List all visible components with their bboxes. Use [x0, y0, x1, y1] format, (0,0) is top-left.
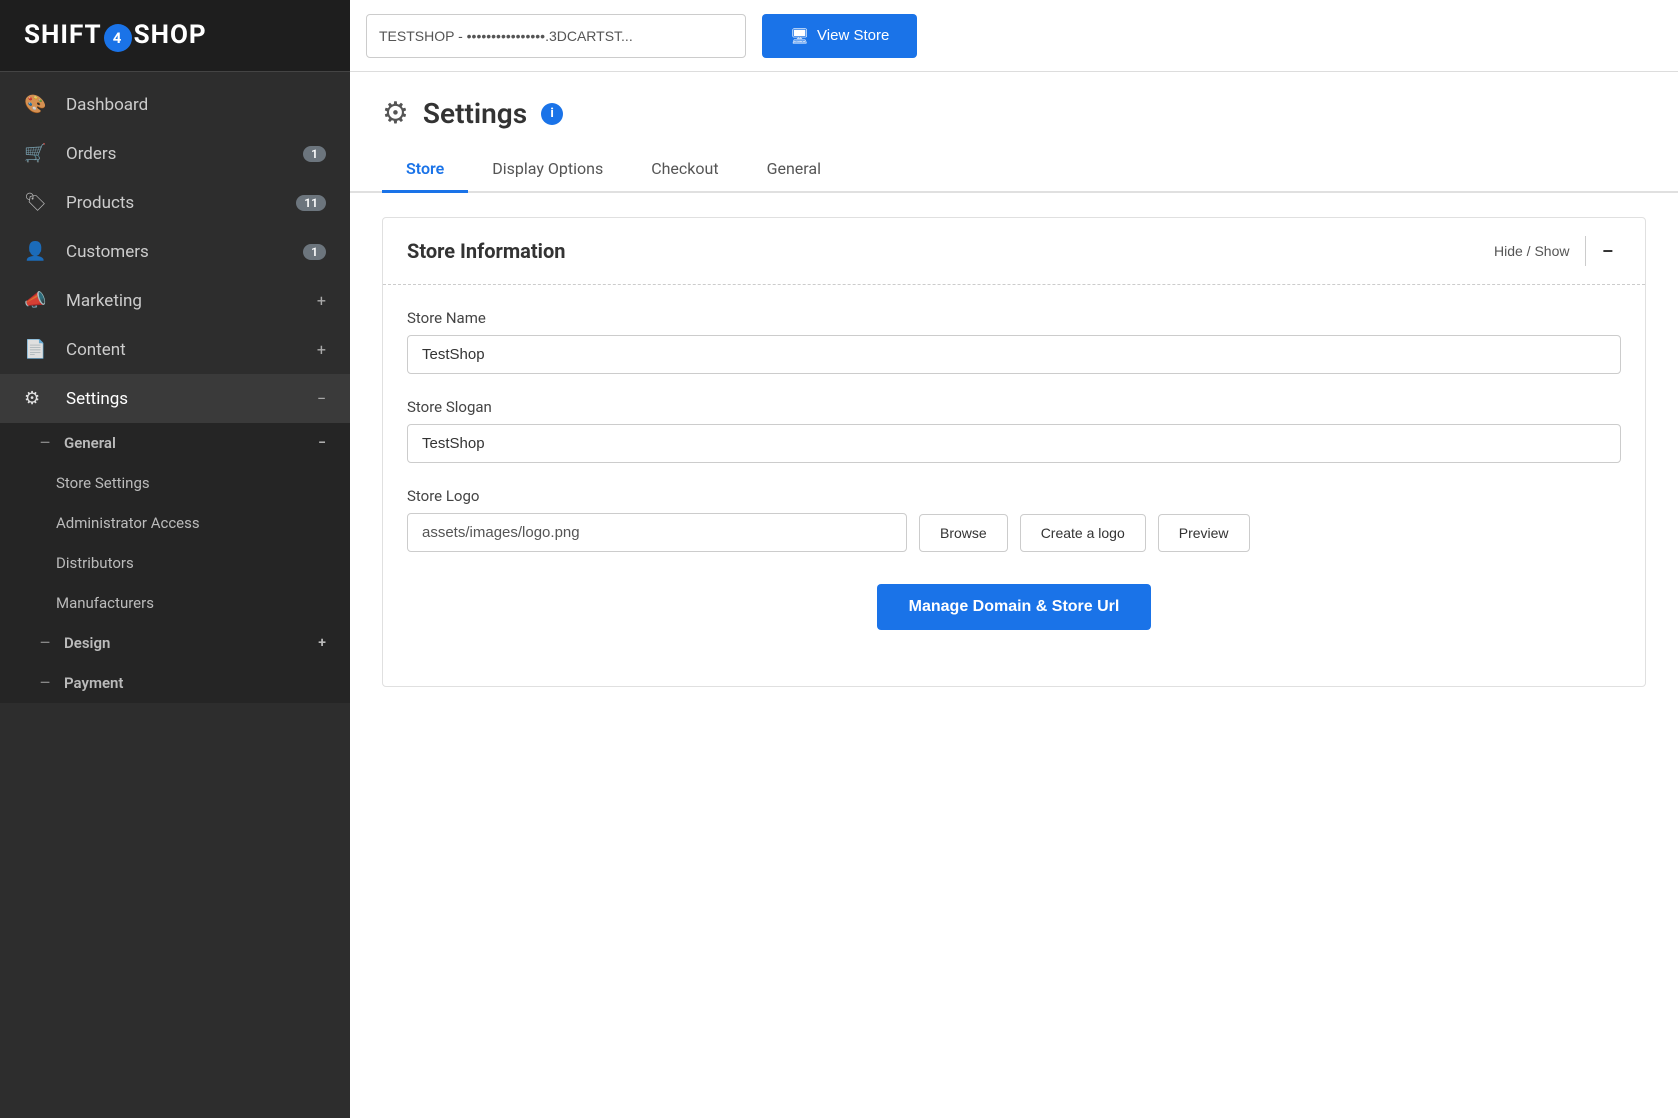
manage-domain-button[interactable]: Manage Domain & Store Url: [877, 584, 1152, 630]
marketing-expand-icon: +: [317, 291, 326, 310]
create-logo-button[interactable]: Create a logo: [1020, 514, 1146, 552]
marketing-icon: 📣: [24, 290, 52, 311]
orders-badge: 1: [303, 146, 326, 162]
subnav-payment-label: Payment: [64, 674, 123, 692]
design-expand-icon: +: [318, 635, 326, 651]
customers-icon: 👤: [24, 241, 52, 262]
logo-row: Browse Create a logo Preview: [407, 513, 1621, 552]
logo-text: SHIFT4SHOP: [24, 20, 207, 52]
sidebar-item-orders[interactable]: 🛒 Orders 1: [0, 129, 350, 178]
view-store-button[interactable]: 🖥 View Store: [762, 14, 917, 58]
subnav-distributors-label: Distributors: [56, 554, 134, 572]
store-slogan-group: Store Slogan: [407, 398, 1621, 463]
page-title: Settings: [423, 97, 527, 130]
tree-dash-payment: —: [40, 676, 54, 691]
section-title: Store Information: [407, 239, 1486, 263]
tree-dash-design: —: [40, 636, 54, 651]
store-logo-input[interactable]: [407, 513, 907, 552]
sidebar-item-products[interactable]: 🏷 Products 11: [0, 178, 350, 227]
section-divider: [1585, 236, 1586, 266]
topbar: 🖥 View Store: [350, 0, 1678, 72]
settings-expand-icon: −: [317, 389, 326, 408]
sidebar-item-label: Orders: [66, 144, 303, 164]
section-header: Store Information Hide / Show −: [383, 218, 1645, 285]
logo-badge: 4: [104, 24, 132, 52]
orders-icon: 🛒: [24, 143, 52, 164]
tab-general[interactable]: General: [743, 147, 845, 193]
general-expand-icon: −: [318, 435, 326, 451]
sidebar-navigation: 🎨 Dashboard 🛒 Orders 1 🏷 Products 11 👤 C…: [0, 72, 350, 711]
store-slogan-label: Store Slogan: [407, 398, 1621, 416]
subnav-manufacturers-label: Manufacturers: [56, 594, 154, 612]
settings-subnav: — General − Store Settings Administrator…: [0, 423, 350, 703]
subnav-manufacturers[interactable]: Manufacturers: [0, 583, 350, 623]
browse-button[interactable]: Browse: [919, 514, 1008, 552]
subnav-design-group[interactable]: — Design +: [0, 623, 350, 663]
tab-store[interactable]: Store: [382, 147, 468, 193]
sidebar-logo: SHIFT4SHOP: [0, 0, 350, 72]
sidebar-item-label: Settings: [66, 389, 317, 409]
store-logo-label: Store Logo: [407, 487, 1621, 505]
tab-display-options[interactable]: Display Options: [468, 147, 627, 193]
section-body: Store Name Store Slogan Store Logo Brows…: [383, 285, 1645, 686]
content-icon: 📄: [24, 339, 52, 360]
store-url-input[interactable]: [366, 14, 746, 58]
products-icon: 🏷: [24, 192, 52, 213]
sidebar-item-customers[interactable]: 👤 Customers 1: [0, 227, 350, 276]
subnav-distributors[interactable]: Distributors: [0, 543, 350, 583]
content-expand-icon: +: [317, 340, 326, 359]
sidebar-item-label: Products: [66, 193, 296, 213]
sidebar: SHIFT4SHOP 🎨 Dashboard 🛒 Orders 1 🏷 Prod…: [0, 0, 350, 1118]
sidebar-item-label: Dashboard: [66, 95, 326, 115]
products-badge: 11: [296, 195, 326, 211]
sidebar-item-marketing[interactable]: 📣 Marketing +: [0, 276, 350, 325]
sidebar-item-settings[interactable]: ⚙ Settings −: [0, 374, 350, 423]
subnav-admin-label: Administrator Access: [56, 514, 200, 532]
view-store-label: View Store: [817, 27, 889, 44]
settings-icon: ⚙: [24, 388, 52, 409]
sidebar-item-content[interactable]: 📄 Content +: [0, 325, 350, 374]
monitor-icon: 🖥: [790, 27, 809, 45]
page-gear-icon: ⚙: [382, 96, 409, 131]
tab-checkout[interactable]: Checkout: [627, 147, 742, 193]
page-header: ⚙ Settings i: [350, 72, 1678, 131]
store-name-label: Store Name: [407, 309, 1621, 327]
sidebar-item-label: Content: [66, 340, 317, 360]
store-logo-group: Store Logo Browse Create a logo Preview: [407, 487, 1621, 552]
subnav-store-settings[interactable]: Store Settings: [0, 463, 350, 503]
subnav-payment-group[interactable]: — Payment: [0, 663, 350, 703]
store-name-group: Store Name: [407, 309, 1621, 374]
store-information-section: Store Information Hide / Show − Store Na…: [382, 217, 1646, 687]
sidebar-item-label: Customers: [66, 242, 303, 262]
tree-dash: —: [40, 436, 54, 451]
dashboard-icon: 🎨: [24, 94, 52, 115]
info-icon[interactable]: i: [541, 103, 563, 125]
subnav-store-settings-label: Store Settings: [56, 474, 150, 492]
subnav-administrator-access[interactable]: Administrator Access: [0, 503, 350, 543]
content-area: Store Information Hide / Show − Store Na…: [350, 193, 1678, 735]
main-content: ⚙ Settings i Store Display Options Check…: [350, 72, 1678, 1118]
subnav-design-label: Design: [64, 634, 110, 652]
store-name-input[interactable]: [407, 335, 1621, 374]
preview-button[interactable]: Preview: [1158, 514, 1250, 552]
settings-tabs: Store Display Options Checkout General: [350, 147, 1678, 193]
sidebar-item-label: Marketing: [66, 291, 317, 311]
hide-show-button[interactable]: Hide / Show: [1486, 239, 1577, 263]
sidebar-item-dashboard[interactable]: 🎨 Dashboard: [0, 80, 350, 129]
subnav-general-group[interactable]: — General −: [0, 423, 350, 463]
customers-badge: 1: [303, 244, 326, 260]
store-slogan-input[interactable]: [407, 424, 1621, 463]
collapse-button[interactable]: −: [1594, 237, 1621, 266]
subnav-general-label: General: [64, 434, 116, 452]
